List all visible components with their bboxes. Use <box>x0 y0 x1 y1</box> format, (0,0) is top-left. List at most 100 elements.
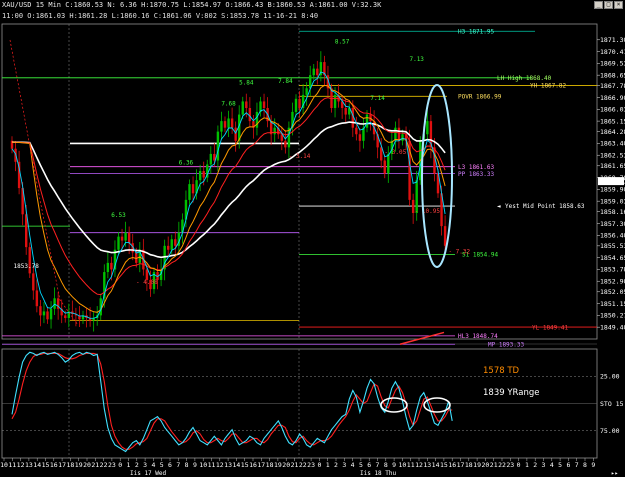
price-chart[interactable]: 1849.40 1850.27 1851.15 1852.05 1852.90 1853.… <box>0 0 625 477</box>
time-axis-label: 22 <box>100 461 108 469</box>
time-axis-label: 19 <box>473 461 481 469</box>
td-annotation: 1578 TD <box>483 366 520 376</box>
time-axis-label: 14 <box>33 461 41 469</box>
time-axis-label: 23 <box>108 461 116 469</box>
price-axis-label: 1851.15 <box>600 300 625 308</box>
time-axis-label: 4 <box>550 461 554 469</box>
candle-body <box>188 184 191 200</box>
candle-body <box>284 140 287 148</box>
candle-body <box>106 262 110 273</box>
time-axis-label: 16 <box>448 461 456 469</box>
time-axis-label: 12 <box>17 461 25 469</box>
candle-body <box>53 298 56 309</box>
candle-body <box>167 245 170 250</box>
time-axis-label: 21 <box>91 461 99 469</box>
price-axis-label: 1859.90 <box>600 186 625 194</box>
level-label: PP 1863.33 <box>458 171 495 178</box>
time-axis-label: 0 <box>517 461 521 469</box>
candle-body <box>443 226 447 246</box>
time-axis-label: 7 <box>376 461 380 469</box>
date-label: Iis 18 Thu <box>360 470 397 477</box>
time-axis-label: 10 <box>199 461 207 469</box>
candle-body <box>39 306 42 316</box>
level-label: HL3 1848.74 <box>458 333 498 340</box>
candle-body <box>216 131 220 161</box>
candle-body <box>35 290 39 307</box>
time-axis-label: 15 <box>42 461 50 469</box>
level-arrow-icon: ◄ <box>497 203 501 210</box>
price-panel-frame <box>1 23 598 340</box>
stoch-d-line <box>11 352 453 450</box>
price-axis-label: 1866.90 <box>600 94 625 102</box>
candle-body <box>401 134 404 141</box>
candle-body <box>298 98 301 108</box>
candle-body <box>248 108 252 122</box>
time-axis-label: 7 <box>176 461 180 469</box>
time-axis-label: 17 <box>58 461 66 469</box>
time-axis-label: 20 <box>83 461 91 469</box>
level-label: LH High 1868.40 <box>497 75 552 82</box>
time-axis-label: 1 <box>525 461 529 469</box>
swing-annotation: - 10.95 <box>415 208 441 215</box>
time-axis-label: 5 <box>359 461 363 469</box>
price-axis-label: 1871.30 <box>600 36 625 44</box>
time-axis-label: 12 <box>216 461 224 469</box>
candle-body <box>383 160 386 174</box>
time-axis-label: 0 <box>317 461 321 469</box>
price-axis-label: 1852.05 <box>600 288 625 296</box>
candle-body <box>191 184 195 194</box>
time-axis-label: 5 <box>558 461 562 469</box>
price-axis-label: 1870.41 <box>600 48 625 56</box>
time-axis-label: 9 <box>392 461 396 469</box>
candle-body <box>333 94 337 108</box>
time-axis-label: 4 <box>351 461 355 469</box>
candle-body <box>223 121 227 128</box>
time-axis-label: 5 <box>160 461 164 469</box>
price-axis-label: 1855.53 <box>600 242 625 250</box>
time-axis-label: 10 <box>0 461 8 469</box>
time-axis-label: 2 <box>533 461 537 469</box>
candle-body <box>198 171 202 181</box>
level-label: H3 1871.95 <box>458 28 495 35</box>
stoch-axis-label: STO 15 <box>600 400 624 408</box>
candle-body <box>355 127 358 135</box>
price-axis-label: 1849.40 <box>600 323 625 331</box>
candle-body <box>202 171 205 178</box>
price-axis-label: 1852.90 <box>600 278 625 286</box>
level-label: MP 1893.33 <box>488 341 525 348</box>
candle-body <box>397 127 401 141</box>
time-axis-label: 20 <box>282 461 290 469</box>
time-axis-label: 23 <box>506 461 514 469</box>
candle-body <box>117 236 120 250</box>
time-axis-label: 23 <box>307 461 315 469</box>
swing-annotation: 1853.78 <box>14 263 40 270</box>
yrange-annotation: 1839 YRange <box>483 388 539 398</box>
level-label: Yest Mid Point 1858.63 <box>505 203 585 210</box>
time-axis-label: 22 <box>498 461 506 469</box>
price-axis-label: 1868.65 <box>600 71 625 79</box>
price-axis-label: 1854.65 <box>600 254 625 262</box>
time-axis-label: 11 <box>407 461 415 469</box>
candles <box>10 51 447 332</box>
time-axis-label: 12 <box>415 461 423 469</box>
candle-body <box>64 315 67 318</box>
time-axis-label: 15 <box>440 461 448 469</box>
time-axis-label: 2 <box>135 461 139 469</box>
candle-body <box>227 118 230 128</box>
candle-body <box>124 232 127 241</box>
price-axis-label: 1866.03 <box>600 106 625 114</box>
price-axis-label: 1859.03 <box>600 197 625 205</box>
candle-body <box>316 68 319 76</box>
price-axis-label: 1856.40 <box>600 232 625 240</box>
candle-body <box>426 121 429 135</box>
time-axis-label: 9 <box>591 461 595 469</box>
time-axis-label: 1 <box>127 461 131 469</box>
candle-body <box>174 239 177 246</box>
level-label: YL 1849.41 <box>532 324 569 331</box>
candle-body <box>234 127 237 141</box>
time-axis-label: 6 <box>168 461 172 469</box>
stoch-axis-label: 25.00 <box>600 373 620 381</box>
price-axis-label: 1861.65 <box>600 162 625 170</box>
candle-body <box>127 232 131 244</box>
price-axis-label: 1863.40 <box>600 140 625 148</box>
